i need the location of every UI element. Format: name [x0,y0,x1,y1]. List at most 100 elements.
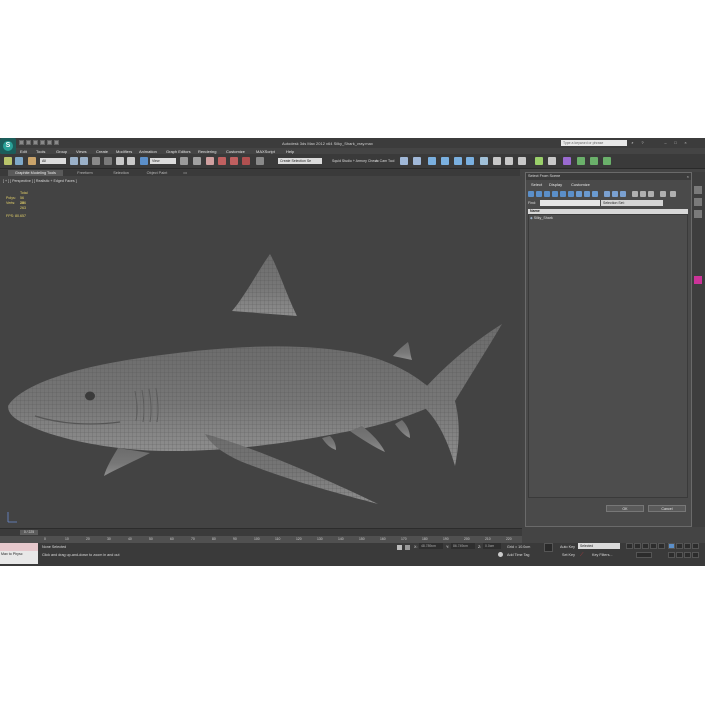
render-setup-icon[interactable] [493,157,501,165]
hierarchy-icon[interactable] [670,191,676,197]
help-icon[interactable]: ? [640,140,645,145]
bind-spacewarp-icon[interactable] [28,157,36,165]
material-editor-icon[interactable] [480,157,488,165]
graphite-toggle-icon[interactable] [441,157,449,165]
current-frame-field[interactable] [636,552,652,558]
maximize-icon[interactable]: □ [673,140,678,145]
scale-icon[interactable] [140,157,148,165]
rendered-frame-icon[interactable] [505,157,513,165]
selection-filter-dropdown[interactable]: All [40,158,66,164]
redo-icon[interactable] [47,140,52,145]
scene-object-list[interactable]: ◆ Silky_Shark [528,214,688,498]
select-object-icon[interactable] [70,157,78,165]
perspective-viewport[interactable]: [ + ] [ Perspective ] [ Realistic + Edge… [0,176,522,528]
maxscript-listener-output[interactable] [0,543,38,551]
key-selection-dropdown[interactable]: Selected [578,543,620,549]
reference-coord-dropdown[interactable]: View [150,158,176,164]
modify-tab-icon[interactable] [694,198,702,206]
key-mode-icon[interactable] [544,543,553,552]
display-bones-icon[interactable] [592,191,598,197]
list-item[interactable]: ◆ Silky_Shark [530,216,553,220]
curve-editor-icon[interactable] [454,157,462,165]
angle-snap-icon[interactable] [218,157,226,165]
key-filters-button[interactable]: Key Filters... [592,553,613,557]
selection-set-dropdown[interactable]: Selection Set: [601,200,663,206]
unlink-icon[interactable] [15,157,23,165]
save-file-icon[interactable] [33,140,38,145]
rect-region-icon[interactable] [92,157,100,165]
orbit-icon[interactable] [684,552,691,558]
absolute-mode-icon[interactable] [405,545,410,550]
select-manipulate-icon[interactable] [193,157,201,165]
snap-toggle-icon[interactable] [206,157,214,165]
color-swatch[interactable] [694,276,702,284]
cancel-button[interactable]: Cancel [648,505,686,512]
new-file-icon[interactable] [19,140,24,145]
prev-frame-icon[interactable] [634,543,641,549]
close-icon[interactable]: × [687,173,689,180]
select-by-name-icon[interactable] [80,157,88,165]
add-time-tag-button[interactable]: Add Time Tag [507,553,529,557]
display-helpers-icon[interactable] [560,191,566,197]
find-input[interactable] [540,200,600,206]
layer-manager-icon[interactable] [428,157,436,165]
z-coordinate-field[interactable]: 0.0cm [483,543,501,549]
zoom-all-icon[interactable] [676,543,683,549]
dialog-menu-customize[interactable]: Customize [571,182,590,187]
select-invert-icon[interactable] [648,191,654,197]
lock-selection-icon[interactable] [397,545,402,550]
display-xrefs-icon[interactable] [584,191,590,197]
next-frame-icon[interactable] [650,543,657,549]
minimize-icon[interactable]: – [663,140,668,145]
invert-display-icon[interactable] [620,191,626,197]
close-icon[interactable]: × [683,140,688,145]
track-bar[interactable]: 0 10 20 30 40 50 60 70 80 90 100 110 120 130 140 150 160… [0,536,522,543]
search-input[interactable]: Type a keyword or phrase [561,140,627,146]
maxscript-mini-listener[interactable]: Max to Physc [0,551,38,564]
time-slider[interactable]: 0 / 225 [20,530,38,535]
hierarchy-tab-icon[interactable] [694,210,702,218]
script-icon[interactable] [563,157,571,165]
zoom-extents-all-icon[interactable] [692,543,699,549]
maximize-viewport-icon[interactable] [692,552,699,558]
hold-icon[interactable] [54,140,59,145]
mirror-icon[interactable] [400,157,408,165]
display-cameras-icon[interactable] [552,191,558,197]
percent-snap-icon[interactable] [230,157,238,165]
window-crossing-icon[interactable] [104,157,112,165]
key-icon[interactable]: ⟋ [580,552,586,558]
display-all-icon[interactable] [604,191,610,197]
vray-icon[interactable] [535,157,543,165]
named-selection-sets-dropdown[interactable]: Create Selection Se [278,158,322,164]
spinner-snap-icon[interactable] [242,157,250,165]
x-coordinate-field[interactable]: 48.789cm [419,543,443,549]
plugin-a-icon[interactable] [577,157,585,165]
fov-icon[interactable] [668,552,675,558]
app-logo-icon[interactable]: S [0,138,16,154]
ok-button[interactable]: OK [606,505,644,512]
plugin-b-icon[interactable] [590,157,598,165]
display-shapes-icon[interactable] [536,191,542,197]
display-geometry-icon[interactable] [528,191,534,197]
open-file-icon[interactable] [26,140,31,145]
pivot-center-icon[interactable] [180,157,188,165]
schematic-view-icon[interactable] [466,157,474,165]
display-spacewarps-icon[interactable] [568,191,574,197]
auto-key-button[interactable]: Auto Key [560,545,575,549]
goto-start-icon[interactable] [626,543,633,549]
vray-fb-icon[interactable] [548,157,556,165]
squid-studio-button[interactable]: Squid Studio + Armory Check [332,159,378,163]
align-icon[interactable] [413,157,421,165]
link-icon[interactable] [4,157,12,165]
select-all-icon[interactable] [632,191,638,197]
search-icon[interactable]: ⌕ [630,140,635,145]
display-groups-icon[interactable] [576,191,582,197]
undo-icon[interactable] [40,140,45,145]
move-icon[interactable] [116,157,124,165]
zoom-extents-icon[interactable] [684,543,691,549]
time-slider-track[interactable]: 0 / 225 [0,528,522,536]
play-icon[interactable] [642,543,649,549]
zoom-icon[interactable] [668,543,675,549]
select-none-icon[interactable] [640,191,646,197]
display-lights-icon[interactable] [544,191,550,197]
